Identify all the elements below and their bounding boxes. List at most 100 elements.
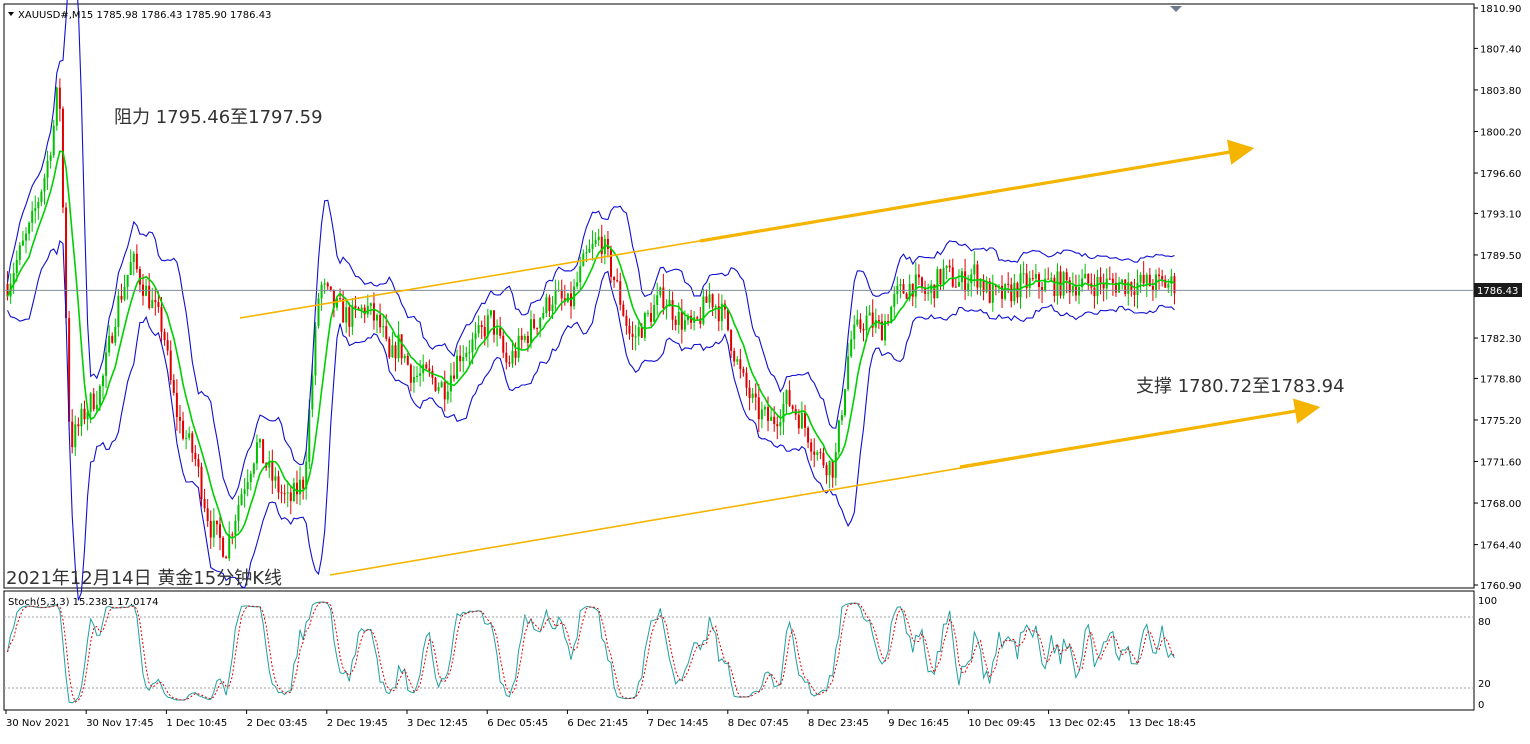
candle-body	[92, 393, 95, 410]
candle-body	[988, 281, 991, 303]
candle-body	[800, 412, 803, 429]
candle-body	[252, 463, 255, 474]
candle-body	[1056, 271, 1059, 296]
candle-body	[819, 452, 822, 454]
candle-body	[1001, 285, 1004, 299]
candle-body	[702, 296, 705, 324]
candle-body	[905, 293, 908, 299]
candle-body	[280, 492, 283, 494]
price-tick-label: 1782.30	[1480, 334, 1521, 345]
candle-body	[1161, 276, 1164, 280]
candle-body	[791, 405, 794, 410]
candle-body	[545, 297, 548, 313]
candle-body	[382, 326, 385, 328]
price-tick-label: 1778.80	[1480, 374, 1521, 385]
candle-body	[246, 482, 249, 490]
candle-body	[480, 325, 483, 328]
candle-body	[523, 336, 526, 340]
candle-body	[1087, 273, 1090, 284]
price-tick-label: 1771.60	[1480, 458, 1521, 469]
candle-body	[868, 312, 871, 316]
candle-body	[659, 287, 662, 296]
candle-body	[979, 279, 982, 288]
candle-body	[597, 236, 600, 241]
candle-body	[554, 290, 557, 305]
candle-body	[548, 297, 551, 312]
candle-body	[739, 359, 742, 370]
candle-body	[157, 302, 160, 308]
candle-body	[178, 417, 181, 421]
candle-body	[197, 459, 200, 467]
candle-body	[160, 307, 163, 332]
candle-body	[46, 160, 49, 178]
main-panel	[3, 3, 1475, 589]
candle-body	[751, 393, 754, 399]
candle-body	[194, 452, 197, 460]
candle-body	[114, 326, 117, 343]
candle-body	[172, 380, 175, 393]
candle-body	[43, 177, 46, 192]
candle-body	[326, 283, 329, 287]
candle-body	[225, 556, 228, 559]
candle-body	[237, 504, 240, 521]
candle-body	[951, 267, 954, 287]
candle-body	[289, 492, 292, 501]
candle-body	[117, 295, 120, 327]
time-tick-label: 2 Dec 03:45	[247, 718, 308, 729]
candle-body	[163, 331, 166, 341]
candle-body	[185, 437, 188, 439]
candle-body	[1010, 284, 1013, 302]
candle-body	[89, 393, 92, 413]
candle-body	[711, 294, 714, 308]
stoch-tick-label: 80	[1478, 617, 1491, 628]
candle-body	[616, 280, 619, 282]
chart-root: 1810.90 1807.40 1803.80 1800.20 1796.60 1793.…	[0, 0, 1530, 740]
candle-body	[825, 465, 828, 476]
candle-body	[733, 350, 736, 362]
candle-body	[175, 392, 178, 418]
candle-body	[1167, 283, 1170, 288]
price-tick-label: 1775.20	[1480, 416, 1521, 427]
candle-body	[222, 537, 225, 557]
candle-body	[456, 355, 459, 379]
candle-body	[526, 336, 529, 343]
candle-body	[440, 382, 443, 388]
candle-body	[782, 404, 785, 423]
candle-body	[776, 424, 779, 427]
candle-body	[394, 345, 397, 359]
candle-body	[345, 307, 348, 323]
candle-body	[360, 307, 363, 311]
candle-body	[292, 482, 295, 501]
candle-body	[763, 407, 766, 410]
candle-body	[77, 424, 80, 427]
candle-body	[28, 222, 31, 234]
candle-body	[148, 285, 151, 308]
candle-body	[1108, 278, 1111, 280]
candle-body	[736, 359, 739, 362]
candle-body	[493, 310, 496, 335]
candle-body	[271, 461, 274, 481]
candle-body	[899, 284, 902, 286]
candle-body	[1071, 286, 1074, 293]
candle-body	[320, 284, 323, 299]
candle-body	[489, 310, 492, 316]
candle-body	[939, 269, 942, 285]
price-tick-label: 1768.00	[1480, 499, 1521, 510]
candle-body	[634, 336, 637, 338]
candle-body	[1111, 278, 1114, 283]
candle-body	[55, 87, 58, 126]
candle-body	[188, 433, 191, 438]
candle-body	[594, 240, 597, 244]
candle-body	[21, 240, 24, 246]
candle-body	[831, 461, 834, 478]
candle-body	[483, 327, 486, 337]
candle-body	[385, 326, 388, 339]
candle-body	[462, 356, 465, 362]
candle-body	[101, 375, 104, 387]
candle-body	[748, 387, 751, 399]
time-tick-label: 6 Dec 21:45	[567, 718, 628, 729]
candle-body	[80, 408, 83, 427]
candle-body	[166, 340, 169, 351]
candle-body	[108, 335, 111, 353]
candle-body	[1158, 274, 1161, 277]
